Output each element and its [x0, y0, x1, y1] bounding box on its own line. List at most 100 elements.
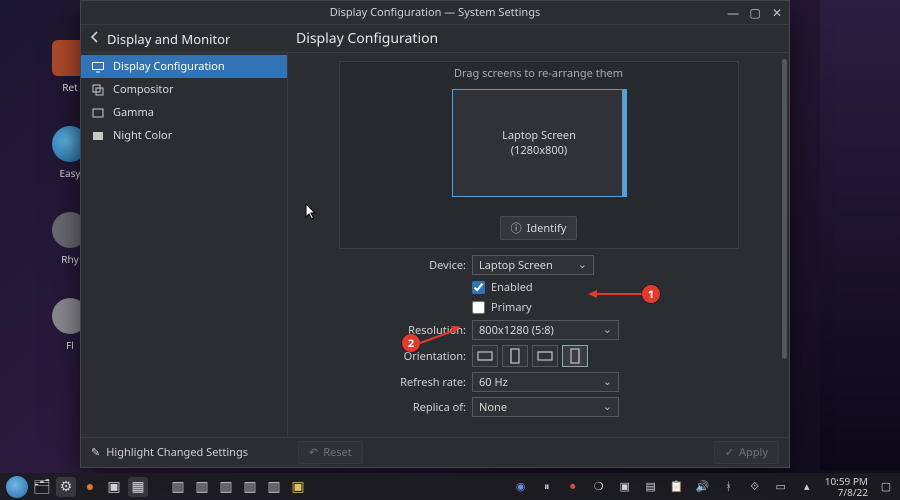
screen-laptop[interactable]: Laptop Screen (1280x800): [452, 89, 627, 197]
arrange-hint: Drag screens to re-arrange them: [340, 62, 738, 85]
header-row: Display and Monitor Display Configuratio…: [81, 25, 789, 53]
back-button[interactable]: [89, 30, 101, 47]
undo-icon: ↶: [309, 445, 318, 460]
tray-show-desktop-icon[interactable]: ▢: [878, 479, 894, 494]
tray-battery-icon[interactable]: ▭: [773, 479, 789, 494]
minimize-button[interactable]: —: [725, 4, 741, 20]
orientation-landscape-flipped-button[interactable]: [532, 345, 558, 367]
page-title: Display Configuration: [288, 29, 789, 48]
device-label: Device:: [302, 258, 472, 273]
wallpaper-right: [820, 0, 900, 470]
resolution-combobox[interactable]: 800x1280 (5:8): [472, 320, 619, 340]
desktop-root: Ret Easy Rhy Fl Display Configuration — …: [0, 0, 900, 500]
identify-button[interactable]: ⓘ Identify: [500, 216, 578, 240]
refresh-combobox[interactable]: 60 Hz: [472, 372, 619, 392]
clock-date: 7/8/22: [825, 487, 868, 498]
window-body: Display Configuration Compositor Gamma N…: [81, 53, 789, 437]
replica-value: None: [479, 400, 507, 415]
monitor-icon: [91, 60, 105, 74]
refresh-value: 60 Hz: [479, 375, 508, 390]
enabled-label: Enabled: [491, 280, 533, 295]
tray-app-icon[interactable]: ▤: [643, 479, 659, 494]
reset-label: Reset: [323, 445, 352, 460]
arrange-canvas[interactable]: Laptop Screen (1280x800): [340, 85, 738, 210]
tray-volume-icon[interactable]: 🔊: [695, 479, 711, 494]
desktop-icon-label: Rhy: [61, 252, 79, 266]
taskbar-pinned-icon[interactable]: ▣: [288, 477, 308, 497]
tray-clock[interactable]: 10:59 PM 7/8/22: [825, 476, 868, 497]
window-titlebar[interactable]: Display Configuration — System Settings …: [81, 1, 789, 25]
replica-label: Replica of:: [302, 400, 472, 415]
display-form: Device: Laptop Screen Enabled Primary Re…: [302, 255, 775, 417]
reset-button: ↶ Reset: [298, 441, 363, 464]
check-icon: ✓: [725, 445, 734, 460]
desktop-icon-label: Fl: [66, 338, 74, 352]
sidebar-item-display-configuration[interactable]: Display Configuration: [81, 55, 287, 78]
night-icon: [91, 129, 105, 143]
replica-combobox[interactable]: None: [472, 397, 619, 417]
desktop-icon-label: Easy: [59, 166, 80, 180]
window-title: Display Configuration — System Settings: [330, 5, 541, 20]
info-icon: ⓘ: [511, 220, 522, 236]
taskbar-file-manager-icon[interactable]: 🗂: [32, 477, 52, 497]
primary-checkbox[interactable]: Primary: [472, 300, 532, 315]
taskbar-terminal-icon[interactable]: ▣: [104, 477, 124, 497]
tray-network-icon[interactable]: ⟐: [747, 479, 763, 494]
device-value: Laptop Screen: [479, 258, 553, 273]
highlight-label: Highlight Changed Settings: [106, 445, 248, 460]
tray-pause-icon[interactable]: ⏸: [539, 479, 555, 494]
window-footer: ✎ Highlight Changed Settings ↶ Reset ✓ A…: [81, 437, 789, 467]
main-panel: Drag screens to re-arrange them Laptop S…: [288, 53, 789, 437]
taskbar-pinned-icon[interactable]: ▥: [240, 477, 260, 497]
tray-app-icon[interactable]: ▣: [617, 479, 633, 494]
taskbar-settings-icon[interactable]: ⚙: [56, 477, 76, 497]
highlight-changed-button[interactable]: ✎ Highlight Changed Settings: [81, 445, 288, 460]
tray-clipboard-icon[interactable]: 📋: [669, 479, 685, 494]
taskbar-firefox-icon[interactable]: ●: [80, 477, 100, 497]
primary-label: Primary: [491, 300, 532, 315]
screen-name: Laptop Screen: [502, 128, 576, 143]
screen-resolution: (1280x800): [511, 143, 567, 158]
sidebar-item-night-color[interactable]: Night Color: [81, 124, 287, 147]
orientation-portrait-flipped-button[interactable]: [562, 345, 588, 367]
apply-button: ✓ Apply: [714, 441, 779, 464]
highlight-icon: ✎: [91, 445, 100, 460]
scrollbar[interactable]: [782, 59, 787, 359]
tray-steam-icon[interactable]: ❍: [591, 479, 607, 494]
tray-bluetooth-icon[interactable]: ᚼ: [721, 479, 737, 494]
sidebar-item-label: Gamma: [113, 105, 154, 120]
resolution-value: 800x1280 (5:8): [479, 323, 554, 338]
maximize-button[interactable]: ▢: [747, 4, 763, 20]
device-combobox[interactable]: Laptop Screen: [472, 255, 594, 275]
sidebar-item-label: Display Configuration: [113, 59, 225, 74]
identify-label: Identify: [527, 221, 567, 236]
enabled-checkbox[interactable]: Enabled: [472, 280, 533, 295]
apply-label: Apply: [739, 445, 768, 460]
gamma-icon: [91, 106, 105, 120]
orientation-group: [472, 345, 588, 367]
taskbar-pinned-icon[interactable]: ▥: [168, 477, 188, 497]
section-title: Display and Monitor: [107, 30, 230, 48]
taskbar-pinned-icon[interactable]: ▥: [264, 477, 284, 497]
refresh-label: Refresh rate:: [302, 375, 472, 390]
start-button[interactable]: [6, 476, 28, 498]
taskbar-pinned-icon[interactable]: ▥: [216, 477, 236, 497]
resolution-label: Resolution:: [302, 323, 472, 338]
tray-record-icon[interactable]: ⏺: [565, 479, 581, 494]
sidebar-item-compositor[interactable]: Compositor: [81, 78, 287, 101]
sidebar-item-gamma[interactable]: Gamma: [81, 101, 287, 124]
sidebar-item-label: Compositor: [113, 82, 174, 97]
tray-discord-icon[interactable]: ◉: [513, 479, 529, 494]
compositor-icon: [91, 83, 105, 97]
taskbar-pinned-icon[interactable]: ▥: [192, 477, 212, 497]
desktop-icon-label: Ret: [62, 80, 77, 94]
orientation-landscape-button[interactable]: [472, 345, 498, 367]
close-button[interactable]: ✕: [769, 4, 785, 20]
orientation-portrait-button[interactable]: [502, 345, 528, 367]
tray-chevron-up-icon[interactable]: ▴: [799, 479, 815, 494]
screen-arrange-area: Drag screens to re-arrange them Laptop S…: [339, 61, 739, 249]
sidebar: Display Configuration Compositor Gamma N…: [81, 53, 288, 437]
settings-window: Display Configuration — System Settings …: [80, 0, 790, 468]
orientation-label: Orientation:: [302, 349, 472, 364]
taskbar-app-icon[interactable]: ▦: [128, 477, 148, 497]
